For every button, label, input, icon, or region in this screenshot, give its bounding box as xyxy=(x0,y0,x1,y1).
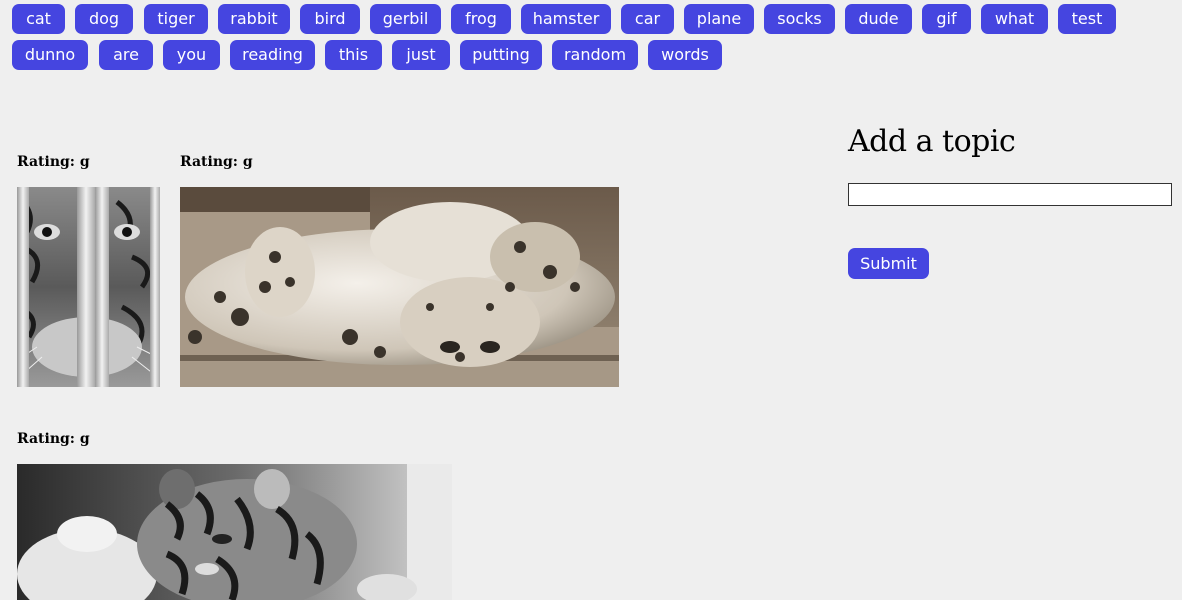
topic-button-hamster[interactable]: hamster xyxy=(521,4,611,34)
topic-button-plane[interactable]: plane xyxy=(684,4,754,34)
topic-button-dunno[interactable]: dunno xyxy=(12,40,88,70)
topic-button-gerbil[interactable]: gerbil xyxy=(370,4,441,34)
topic-input[interactable] xyxy=(848,183,1172,206)
gif-image[interactable] xyxy=(17,187,160,387)
topic-button-car[interactable]: car xyxy=(621,4,674,34)
topic-button-cat[interactable]: cat xyxy=(12,4,65,34)
tiger-bars-image xyxy=(17,187,160,387)
add-topic-heading: Add a topic xyxy=(848,124,1016,159)
topic-button-socks[interactable]: socks xyxy=(764,4,835,34)
gif-card: Rating: g xyxy=(17,154,160,387)
gif-image[interactable] xyxy=(17,464,452,600)
topic-button-dog[interactable]: dog xyxy=(75,4,133,34)
topic-button-putting[interactable]: putting xyxy=(460,40,542,70)
topic-button-gif[interactable]: gif xyxy=(922,4,971,34)
topic-button-what[interactable]: what xyxy=(981,4,1048,34)
snow-leopard-image xyxy=(180,187,619,387)
topic-button-this[interactable]: this xyxy=(325,40,382,70)
gif-rating: Rating: g xyxy=(17,154,90,170)
submit-button[interactable]: Submit xyxy=(848,248,929,279)
gif-image[interactable] xyxy=(180,187,619,387)
topic-button-rabbit[interactable]: rabbit xyxy=(218,4,290,34)
topic-button-test[interactable]: test xyxy=(1058,4,1116,34)
topic-button-random[interactable]: random xyxy=(552,40,638,70)
gif-card: Rating: g xyxy=(180,154,619,387)
topic-button-frog[interactable]: frog xyxy=(451,4,511,34)
gif-card: Rating: g xyxy=(17,431,452,600)
tiger-cub-image xyxy=(17,464,452,600)
topic-button-tiger[interactable]: tiger xyxy=(144,4,208,34)
topic-button-dude[interactable]: dude xyxy=(845,4,912,34)
topic-button-are[interactable]: are xyxy=(99,40,153,70)
topic-button-just[interactable]: just xyxy=(392,40,450,70)
topic-button-words[interactable]: words xyxy=(648,40,722,70)
topic-button-you[interactable]: you xyxy=(163,40,220,70)
topic-button-bird[interactable]: bird xyxy=(300,4,360,34)
topic-button-reading[interactable]: reading xyxy=(230,40,315,70)
gif-rating: Rating: g xyxy=(17,431,90,447)
gif-rating: Rating: g xyxy=(180,154,253,170)
